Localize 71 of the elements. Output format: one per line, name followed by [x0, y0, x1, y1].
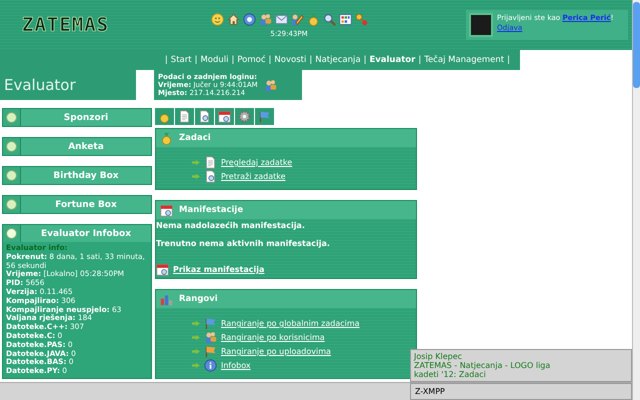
scrollbar[interactable] — [632, 0, 640, 400]
expand-icon[interactable] — [3, 109, 21, 126]
calendar-icon — [160, 204, 173, 216]
document-search-icon — [204, 170, 217, 183]
nav-separator: | — [194, 55, 198, 65]
chat-message-line: ZATEMAS - Natjecanja - LOGO liga — [414, 361, 552, 370]
nav-link[interactable]: Moduli — [200, 55, 228, 65]
chat-message-line: Josip Klepec — [414, 352, 464, 361]
flag-icon — [204, 345, 217, 358]
calendar-icon[interactable] — [215, 108, 234, 125]
settings-icon[interactable] — [235, 108, 254, 125]
sidebar-box-title: Anketa — [67, 142, 105, 152]
panel-link[interactable]: Pregledaj zadatke — [221, 158, 292, 167]
house-icon[interactable] — [226, 12, 240, 26]
medal-icon[interactable] — [155, 108, 174, 125]
logo: ZATEMAS — [21, 14, 110, 36]
flag-icon[interactable] — [255, 108, 274, 125]
panel-link[interactable]: Infobox — [221, 361, 251, 370]
chat-window-tab[interactable]: Z-XMPP — [410, 383, 632, 400]
envelope-icon[interactable] — [274, 12, 288, 26]
sidebar-box-title: Evaluator Infobox — [40, 228, 132, 238]
search-icon[interactable] — [322, 12, 336, 26]
smiley-icon[interactable] — [210, 12, 224, 26]
nav-separator: | — [309, 55, 312, 65]
expand-icon[interactable] — [3, 225, 21, 242]
nav-separator: | — [364, 55, 366, 65]
flag-icon — [204, 317, 217, 330]
sidebar-box-title: Sponzori — [62, 112, 110, 122]
medal-icon[interactable] — [306, 12, 320, 26]
nav-link[interactable]: Tečaj Management — [424, 55, 504, 65]
nav-separator: | — [231, 55, 234, 65]
panel-link[interactable]: Pretraži zadatke — [221, 172, 286, 181]
page-title: Evaluator — [0, 70, 136, 100]
expand-icon[interactable] — [3, 167, 21, 184]
calendar-icon — [156, 263, 169, 276]
expand-icon[interactable] — [3, 196, 21, 213]
expand-icon[interactable] — [3, 138, 21, 155]
bar-chart-icon — [160, 292, 173, 306]
nav-link[interactable]: Start — [170, 55, 192, 65]
nav-separator: | — [418, 55, 422, 65]
nav-separator: | — [164, 55, 168, 65]
nav-separator: | — [507, 55, 510, 65]
panel-title: Rangovi — [179, 294, 218, 304]
globe-icon[interactable] — [242, 12, 256, 26]
panel-link[interactable]: Rangiranje po korisnicima — [221, 333, 325, 342]
panel-link[interactable]: Rangiranje po globalnim zadacima — [221, 319, 360, 328]
nav-link[interactable]: Pomoć — [237, 55, 266, 65]
nav-link[interactable]: Natjecanja — [315, 55, 361, 65]
medal-icon — [160, 132, 173, 144]
panel-message: Trenutno nema aktivnih manifestacija. — [156, 239, 331, 248]
nav-link[interactable]: Novosti — [274, 55, 306, 65]
chat-message-line: kadeti '12: Zadaci — [414, 370, 487, 379]
person-icon — [204, 331, 217, 344]
sidebar-box-title: Birthday Box — [52, 170, 120, 180]
nav-link[interactable]: Evaluator — [369, 55, 416, 65]
panel-title: Manifestacije — [179, 205, 244, 215]
panel-message: Nema nadolazećih manifestacija. — [156, 221, 306, 230]
scrollbar-thumb[interactable] — [633, 2, 640, 88]
person-pencil-icon[interactable] — [290, 12, 304, 26]
sidebar-box-title: Fortune Box — [54, 200, 118, 210]
document-icon[interactable] — [175, 108, 194, 125]
calendar-grid-icon[interactable] — [338, 12, 352, 26]
panel-link[interactable]: Prikaz manifestacija — [173, 265, 264, 274]
key-icon[interactable] — [354, 12, 368, 26]
panel-title: Zadaci — [179, 133, 211, 143]
document-icon — [204, 156, 217, 169]
info-icon — [204, 359, 217, 372]
nav-separator: | — [268, 55, 272, 65]
panel-link[interactable]: Rangiranje po uploadovima — [221, 347, 331, 356]
document-search-icon[interactable] — [195, 108, 214, 125]
people-icon — [264, 78, 277, 92]
